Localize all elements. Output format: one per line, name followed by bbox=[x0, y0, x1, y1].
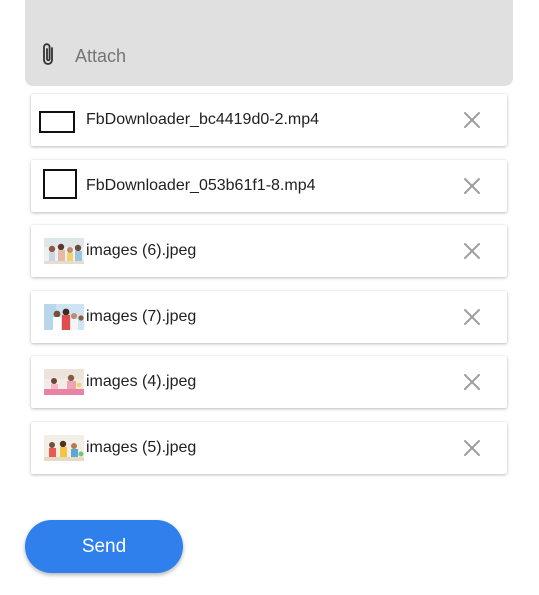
image-thumbnail bbox=[44, 238, 84, 264]
attachment-item: images (4).jpeg bbox=[31, 356, 507, 408]
remove-attachment-button[interactable] bbox=[462, 438, 482, 458]
attachment-name: images (7).jpeg bbox=[86, 307, 197, 325]
image-thumbnail bbox=[44, 303, 84, 330]
attachment-item: images (5).jpeg bbox=[31, 421, 507, 474]
attachment-item: FbDownloader_bc4419d0-2.mp4 bbox=[31, 94, 507, 146]
attachment-name: FbDownloader_bc4419d0-2.mp4 bbox=[86, 111, 320, 128]
video-thumbnail bbox=[43, 168, 77, 199]
attach-panel[interactable]: Attach bbox=[25, 0, 513, 86]
attachment-name: images (6).jpeg bbox=[86, 242, 197, 259]
video-thumbnail bbox=[39, 111, 75, 133]
attachment-name: images (4).jpeg bbox=[86, 373, 197, 390]
attachment-name: FbDownloader_053b61f1-8.mp4 bbox=[86, 176, 316, 194]
send-button[interactable]: Send bbox=[25, 520, 183, 573]
attachment-item: images (6).jpeg bbox=[31, 225, 507, 277]
attachment-name: images (5).jpeg bbox=[86, 438, 197, 456]
attachment-item: FbDownloader_053b61f1-8.mp4 bbox=[31, 159, 507, 212]
attachment-item: images (7).jpeg bbox=[31, 290, 507, 343]
paperclip-icon bbox=[43, 43, 53, 65]
remove-attachment-button[interactable] bbox=[462, 372, 482, 392]
image-thumbnail bbox=[44, 369, 84, 395]
remove-attachment-button[interactable] bbox=[462, 176, 482, 196]
remove-attachment-button[interactable] bbox=[462, 110, 482, 130]
image-thumbnail bbox=[44, 434, 84, 461]
remove-attachment-button[interactable] bbox=[462, 307, 482, 327]
remove-attachment-button[interactable] bbox=[462, 241, 482, 261]
attachment-list: FbDownloader_bc4419d0-2.mp4 FbDownloader… bbox=[31, 94, 507, 487]
attach-label: Attach bbox=[75, 46, 127, 66]
